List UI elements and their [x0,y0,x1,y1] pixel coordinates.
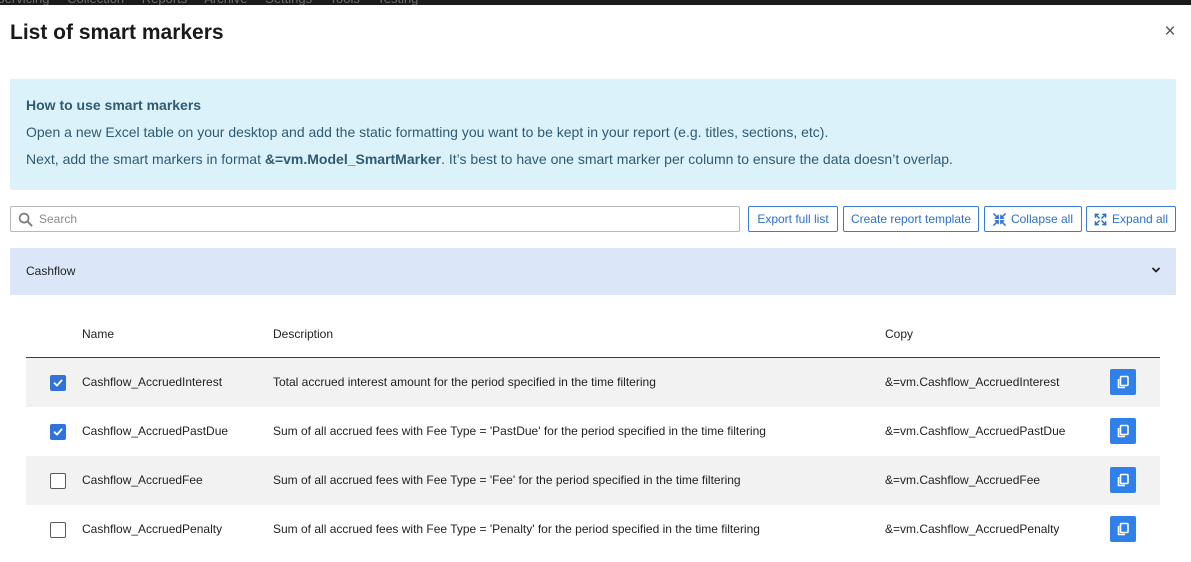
table-row: Cashflow_AccruedPastDue Sum of all accrue… [26,407,1160,456]
search-field[interactable] [10,206,740,232]
row-checkbox[interactable] [50,522,66,538]
marker-description: Total accrued interest amount for the pe… [273,375,656,389]
copy-button[interactable] [1110,516,1136,542]
search-icon [18,212,33,227]
collapse-all-label: Collapse all [1010,212,1074,226]
copy-button[interactable] [1110,369,1136,395]
info-line-2-start: Next, add the smart markers in format [26,151,265,167]
collapse-all-button[interactable]: Collapse all [984,206,1082,232]
column-header-description: Description [273,327,334,341]
create-report-template-button[interactable]: Create report template [843,206,979,232]
copy-icon [1117,375,1129,389]
marker-description: Sum of all accrued fees with Fee Type = … [273,473,741,487]
marker-copy-text: &=vm.Cashflow_AccruedInterest [885,375,1060,389]
info-line-2-end: . It’s best to have one smart marker per… [441,151,953,167]
export-full-list-button[interactable]: Export full list [748,206,838,232]
marker-copy-text: &=vm.Cashflow_AccruedFee [885,473,1041,487]
copy-icon [1117,424,1129,438]
marker-name: Cashflow_AccruedFee [82,473,203,487]
column-header-copy: Copy [885,327,914,341]
table-row: Cashflow_AccruedFee Sum of all accrued fe… [26,456,1160,505]
export-full-list-label: Export full list [757,212,829,226]
chevron-down-icon [1152,267,1160,273]
background-app-nav: Servicing Collection Reports Archive Set… [0,0,1191,5]
close-icon[interactable]: × [1161,22,1179,42]
copy-button[interactable] [1110,418,1136,444]
marker-copy-text: &=vm.Cashflow_AccruedPenalty [885,522,1060,536]
modal-title: List of smart markers [10,21,224,44]
row-checkbox[interactable] [50,473,66,489]
background-nav-text: Servicing Collection Reports Archive Set… [0,0,418,5]
expand-arrows-icon [1094,213,1107,225]
copy-button[interactable] [1110,467,1136,493]
group-header-cashflow[interactable]: Cashflow [10,248,1176,295]
row-checkbox[interactable] [50,424,66,440]
table-header: Name Description Copy [26,318,1160,358]
copy-icon [1117,473,1129,487]
marker-name: Cashflow_AccruedPastDue [82,424,229,438]
info-title: How to use smart markers [26,97,202,113]
marker-copy-text: &=vm.Cashflow_AccruedPastDue [885,424,1066,438]
table-row: Cashflow_AccruedPenalty Sum of all accrue… [26,505,1160,554]
check-icon [53,428,63,436]
table-row: Cashflow_AccruedInterest Total accrued in… [26,358,1160,407]
search-input[interactable] [39,208,729,230]
check-icon [53,379,63,387]
info-line-2: Next, add the smart markers in format &=… [26,151,1160,167]
row-checkbox[interactable] [50,375,66,391]
marker-name: Cashflow_AccruedPenalty [82,522,223,536]
smart-marker-format: &=vm.Model_SmartMarker [264,151,442,167]
expand-all-button[interactable]: Expand all [1086,206,1176,232]
create-report-template-label: Create report template [850,212,972,226]
marker-description: Sum of all accrued fees with Fee Type = … [273,522,760,536]
column-header-name: Name [82,327,115,341]
copy-icon [1117,522,1129,536]
marker-name: Cashflow_AccruedInterest [82,375,223,389]
info-line-1: Open a new Excel table on your desktop a… [26,124,829,140]
collapse-arrows-icon [993,212,1006,226]
expand-all-label: Expand all [1111,212,1169,226]
marker-description: Sum of all accrued fees with Fee Type = … [273,424,766,438]
group-label: Cashflow [26,264,76,278]
info-panel: How to use smart markers Open a new Exce… [10,79,1176,190]
